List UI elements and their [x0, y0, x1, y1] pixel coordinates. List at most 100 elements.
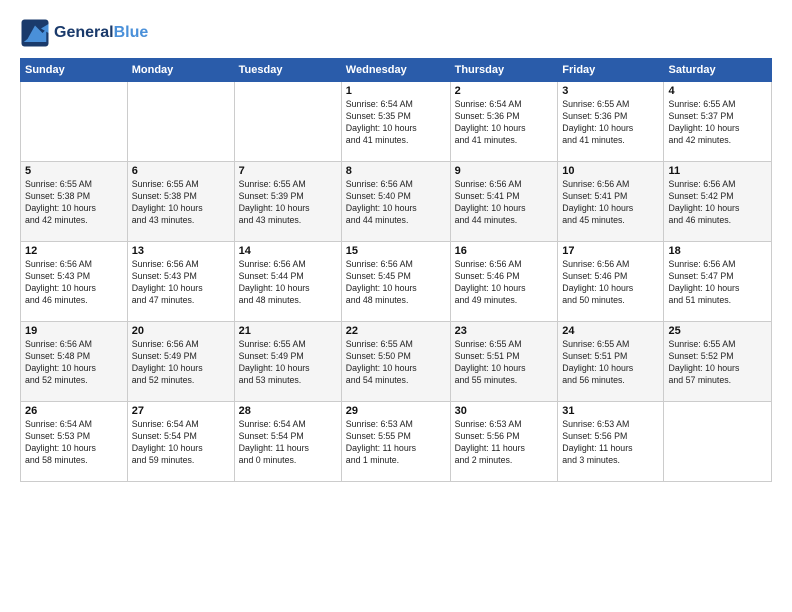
day-number: 6	[132, 165, 230, 177]
calendar-cell: 2 Sunrise: 6:54 AM Sunset: 5:36 PM Daylig…	[450, 82, 558, 162]
day-number: 23	[455, 325, 554, 337]
day-info: Sunrise: 6:55 AM Sunset: 5:39 PM Dayligh…	[239, 179, 337, 227]
day-number: 5	[25, 165, 123, 177]
day-number: 13	[132, 245, 230, 257]
day-info: Sunrise: 6:55 AM Sunset: 5:51 PM Dayligh…	[562, 339, 659, 387]
calendar-week-row: 26 Sunrise: 6:54 AM Sunset: 5:53 PM Dayli…	[21, 402, 772, 482]
calendar-cell	[21, 82, 128, 162]
day-info: Sunrise: 6:55 AM Sunset: 5:49 PM Dayligh…	[239, 339, 337, 387]
day-info: Sunrise: 6:56 AM Sunset: 5:44 PM Dayligh…	[239, 259, 337, 307]
calendar-table: SundayMondayTuesdayWednesdayThursdayFrid…	[20, 58, 772, 482]
day-info: Sunrise: 6:56 AM Sunset: 5:47 PM Dayligh…	[668, 259, 767, 307]
day-number: 28	[239, 405, 337, 417]
calendar-cell: 6 Sunrise: 6:55 AM Sunset: 5:38 PM Daylig…	[127, 162, 234, 242]
day-info: Sunrise: 6:54 AM Sunset: 5:36 PM Dayligh…	[455, 99, 554, 147]
day-info: Sunrise: 6:55 AM Sunset: 5:52 PM Dayligh…	[668, 339, 767, 387]
day-number: 17	[562, 245, 659, 257]
calendar-cell: 18Sunrise: 6:56 AM Sunset: 5:47 PM Dayli…	[664, 242, 772, 322]
day-info: Sunrise: 6:55 AM Sunset: 5:36 PM Dayligh…	[562, 99, 659, 147]
day-info: Sunrise: 6:55 AM Sunset: 5:38 PM Dayligh…	[132, 179, 230, 227]
header: GeneralBlue	[20, 18, 772, 48]
day-info: Sunrise: 6:56 AM Sunset: 5:49 PM Dayligh…	[132, 339, 230, 387]
day-number: 20	[132, 325, 230, 337]
calendar-cell: 11Sunrise: 6:56 AM Sunset: 5:42 PM Dayli…	[664, 162, 772, 242]
calendar-cell: 29Sunrise: 6:53 AM Sunset: 5:55 PM Dayli…	[341, 402, 450, 482]
calendar-cell: 12 Sunrise: 6:56 AM Sunset: 5:43 PM Dayli…	[21, 242, 128, 322]
day-info: Sunrise: 6:54 AM Sunset: 5:35 PM Dayligh…	[346, 99, 446, 147]
calendar-cell: 3Sunrise: 6:55 AM Sunset: 5:36 PM Daylig…	[558, 82, 664, 162]
weekday-header: Monday	[127, 59, 234, 82]
calendar-cell	[127, 82, 234, 162]
day-info: Sunrise: 6:56 AM Sunset: 5:40 PM Dayligh…	[346, 179, 446, 227]
calendar-cell: 14 Sunrise: 6:56 AM Sunset: 5:44 PM Dayli…	[234, 242, 341, 322]
calendar-week-row: 1 Sunrise: 6:54 AM Sunset: 5:35 PM Daylig…	[21, 82, 772, 162]
day-info: Sunrise: 6:56 AM Sunset: 5:48 PM Dayligh…	[25, 339, 123, 387]
calendar-cell: 15Sunrise: 6:56 AM Sunset: 5:45 PM Dayli…	[341, 242, 450, 322]
logo: GeneralBlue	[20, 18, 148, 48]
day-number: 2	[455, 85, 554, 97]
day-number: 1	[346, 85, 446, 97]
calendar-cell: 26 Sunrise: 6:54 AM Sunset: 5:53 PM Dayli…	[21, 402, 128, 482]
weekday-header: Sunday	[21, 59, 128, 82]
day-info: Sunrise: 6:56 AM Sunset: 5:41 PM Dayligh…	[562, 179, 659, 227]
day-info: Sunrise: 6:56 AM Sunset: 5:46 PM Dayligh…	[562, 259, 659, 307]
calendar-cell: 16 Sunrise: 6:56 AM Sunset: 5:46 PM Dayli…	[450, 242, 558, 322]
day-info: Sunrise: 6:54 AM Sunset: 5:53 PM Dayligh…	[25, 419, 123, 467]
page: GeneralBlue SundayMondayTuesdayWednesday…	[0, 0, 792, 612]
day-number: 9	[455, 165, 554, 177]
calendar-cell: 1 Sunrise: 6:54 AM Sunset: 5:35 PM Daylig…	[341, 82, 450, 162]
calendar-cell: 24 Sunrise: 6:55 AM Sunset: 5:51 PM Dayli…	[558, 322, 664, 402]
logo-text: GeneralBlue	[54, 24, 148, 42]
calendar-cell: 17 Sunrise: 6:56 AM Sunset: 5:46 PM Dayli…	[558, 242, 664, 322]
day-number: 16	[455, 245, 554, 257]
day-number: 19	[25, 325, 123, 337]
day-info: Sunrise: 6:56 AM Sunset: 5:41 PM Dayligh…	[455, 179, 554, 227]
calendar-week-row: 5 Sunrise: 6:55 AM Sunset: 5:38 PM Daylig…	[21, 162, 772, 242]
day-number: 22	[346, 325, 446, 337]
calendar-cell: 27 Sunrise: 6:54 AM Sunset: 5:54 PM Dayli…	[127, 402, 234, 482]
calendar-cell: 31Sunrise: 6:53 AM Sunset: 5:56 PM Dayli…	[558, 402, 664, 482]
day-number: 30	[455, 405, 554, 417]
weekday-header: Tuesday	[234, 59, 341, 82]
calendar-cell: 4Sunrise: 6:55 AM Sunset: 5:37 PM Daylig…	[664, 82, 772, 162]
day-number: 27	[132, 405, 230, 417]
day-number: 25	[668, 325, 767, 337]
calendar-cell: 5 Sunrise: 6:55 AM Sunset: 5:38 PM Daylig…	[21, 162, 128, 242]
day-info: Sunrise: 6:53 AM Sunset: 5:56 PM Dayligh…	[562, 419, 659, 467]
day-info: Sunrise: 6:56 AM Sunset: 5:43 PM Dayligh…	[25, 259, 123, 307]
calendar-cell: 10 Sunrise: 6:56 AM Sunset: 5:41 PM Dayli…	[558, 162, 664, 242]
day-info: Sunrise: 6:55 AM Sunset: 5:37 PM Dayligh…	[668, 99, 767, 147]
calendar-cell	[234, 82, 341, 162]
calendar-cell: 9 Sunrise: 6:56 AM Sunset: 5:41 PM Daylig…	[450, 162, 558, 242]
calendar-cell: 19 Sunrise: 6:56 AM Sunset: 5:48 PM Dayli…	[21, 322, 128, 402]
day-number: 24	[562, 325, 659, 337]
day-number: 26	[25, 405, 123, 417]
day-info: Sunrise: 6:54 AM Sunset: 5:54 PM Dayligh…	[132, 419, 230, 467]
calendar-cell: 20 Sunrise: 6:56 AM Sunset: 5:49 PM Dayli…	[127, 322, 234, 402]
weekday-header: Thursday	[450, 59, 558, 82]
logo-icon	[20, 18, 50, 48]
weekday-header: Wednesday	[341, 59, 450, 82]
calendar-week-row: 12 Sunrise: 6:56 AM Sunset: 5:43 PM Dayli…	[21, 242, 772, 322]
day-info: Sunrise: 6:55 AM Sunset: 5:38 PM Dayligh…	[25, 179, 123, 227]
day-info: Sunrise: 6:56 AM Sunset: 5:42 PM Dayligh…	[668, 179, 767, 227]
day-info: Sunrise: 6:56 AM Sunset: 5:43 PM Dayligh…	[132, 259, 230, 307]
day-number: 12	[25, 245, 123, 257]
day-info: Sunrise: 6:55 AM Sunset: 5:50 PM Dayligh…	[346, 339, 446, 387]
calendar-header-row: SundayMondayTuesdayWednesdayThursdayFrid…	[21, 59, 772, 82]
calendar-cell: 30Sunrise: 6:53 AM Sunset: 5:56 PM Dayli…	[450, 402, 558, 482]
calendar-cell: 23Sunrise: 6:55 AM Sunset: 5:51 PM Dayli…	[450, 322, 558, 402]
calendar-cell: 13 Sunrise: 6:56 AM Sunset: 5:43 PM Dayli…	[127, 242, 234, 322]
day-info: Sunrise: 6:56 AM Sunset: 5:46 PM Dayligh…	[455, 259, 554, 307]
day-number: 8	[346, 165, 446, 177]
day-number: 14	[239, 245, 337, 257]
day-number: 7	[239, 165, 337, 177]
calendar-cell: 22 Sunrise: 6:55 AM Sunset: 5:50 PM Dayli…	[341, 322, 450, 402]
calendar-cell: 28Sunrise: 6:54 AM Sunset: 5:54 PM Dayli…	[234, 402, 341, 482]
calendar-cell: 25 Sunrise: 6:55 AM Sunset: 5:52 PM Dayli…	[664, 322, 772, 402]
calendar-cell	[664, 402, 772, 482]
calendar-cell: 8 Sunrise: 6:56 AM Sunset: 5:40 PM Daylig…	[341, 162, 450, 242]
day-info: Sunrise: 6:53 AM Sunset: 5:55 PM Dayligh…	[346, 419, 446, 467]
day-number: 10	[562, 165, 659, 177]
weekday-header: Saturday	[664, 59, 772, 82]
